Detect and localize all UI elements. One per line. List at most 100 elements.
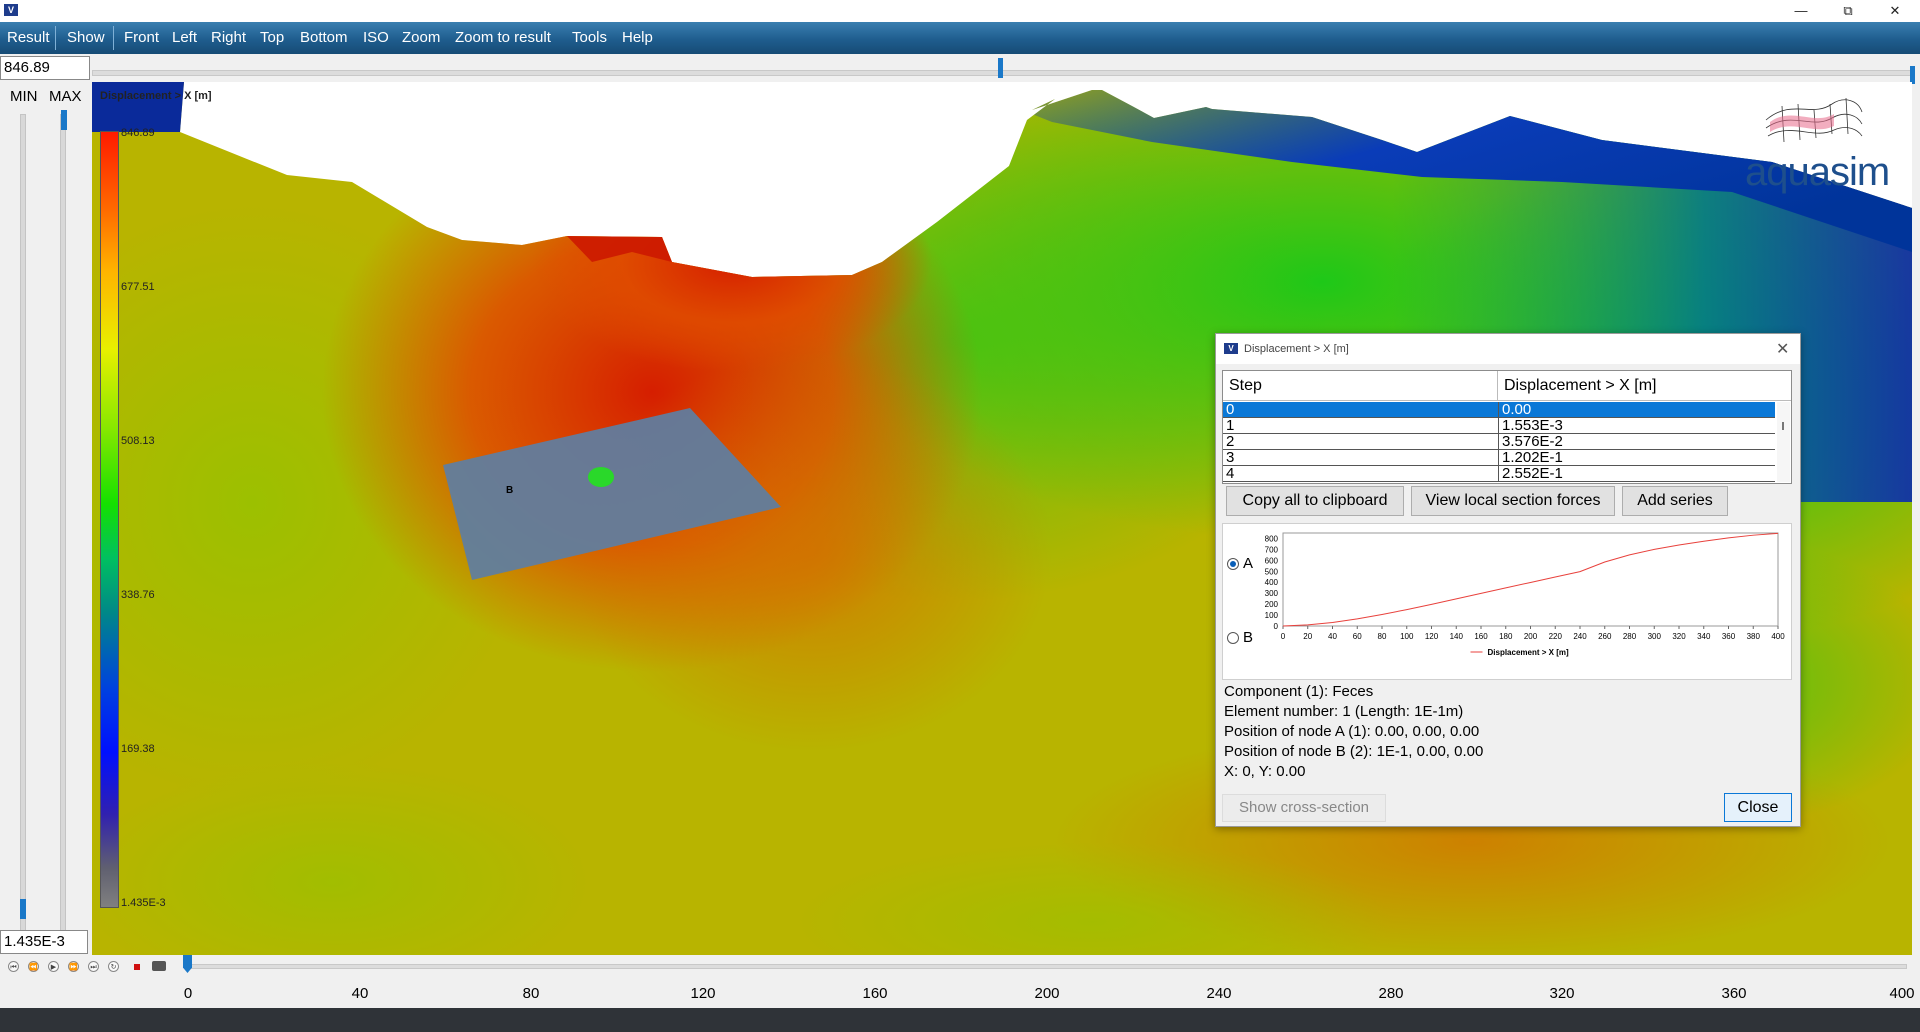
x-tick-label: 180 xyxy=(1499,632,1513,641)
scrollbar-thumb[interactable] xyxy=(1782,422,1784,430)
results-table[interactable]: Step Displacement > X [m] 0 0.00 1 1.553… xyxy=(1222,370,1792,484)
chart-panel: A B 0 100 200 300 400 500 600 700 800 0 20 40 60 80 10… xyxy=(1222,523,1792,680)
table-row[interactable]: 2 3.576E-2 xyxy=(1223,434,1775,450)
menu-bottom[interactable]: Bottom xyxy=(299,22,349,54)
table-row[interactable]: 4 2.552E-1 xyxy=(1223,466,1775,482)
min-slider-thumb[interactable] xyxy=(20,899,26,919)
x-tick-label: 300 xyxy=(1648,632,1662,641)
close-icon[interactable]: ✕ xyxy=(1776,339,1789,359)
column-header-step[interactable]: Step xyxy=(1223,371,1498,401)
x-tick-label: 160 xyxy=(1474,632,1488,641)
x-tick-label: 20 xyxy=(1303,632,1312,641)
close-window-button[interactable]: ✕ xyxy=(1872,0,1918,22)
status-bar xyxy=(0,1008,1920,1032)
menu-iso[interactable]: ISO xyxy=(362,22,390,54)
tick-label: 200 xyxy=(1034,985,1060,1002)
range-panel: MIN MAX xyxy=(0,84,92,954)
radio-a[interactable] xyxy=(1227,558,1239,570)
menu-left[interactable]: Left xyxy=(171,22,198,54)
tick-label: 0 xyxy=(183,985,193,1002)
close-button[interactable]: Close xyxy=(1724,793,1792,822)
info-component: Component (1): Feces xyxy=(1224,683,1374,700)
dialog-title-bar: V Displacement > X [m] ✕ xyxy=(1216,334,1800,364)
menu-show[interactable]: Show xyxy=(66,22,106,54)
add-series-button[interactable]: Add series xyxy=(1622,486,1728,516)
column-header-displacement[interactable]: Displacement > X [m] xyxy=(1498,371,1791,401)
tick-label: 160 xyxy=(862,985,888,1002)
node-marker[interactable] xyxy=(588,467,614,487)
displacement-chart: 0 100 200 300 400 500 600 700 800 0 20 40 60 80 100 120… xyxy=(1265,532,1785,657)
menu-result[interactable]: Result xyxy=(6,22,51,54)
table-row[interactable]: 3 1.202E-1 xyxy=(1223,450,1775,466)
min-slider-track[interactable] xyxy=(20,114,26,954)
tick-label: 80 xyxy=(522,985,540,1002)
menu-separator xyxy=(55,26,56,50)
legend-entry: Displacement > X [m] xyxy=(1488,648,1569,657)
x-tick-label: 80 xyxy=(1378,632,1387,641)
x-tick-label: 120 xyxy=(1425,632,1439,641)
min-value-field[interactable]: 1.435E-3 xyxy=(0,930,88,954)
cell-step: 4 xyxy=(1223,466,1499,481)
max-range-slider-thumb[interactable] xyxy=(998,58,1003,78)
cell-value: 2.552E-1 xyxy=(1502,465,1563,482)
color-scale-bar xyxy=(100,131,119,908)
table-row[interactable]: 0 0.00 xyxy=(1223,402,1775,418)
radio-b-label: B xyxy=(1243,629,1254,646)
radio-a-label: A xyxy=(1243,555,1254,572)
max-label: MAX xyxy=(49,88,82,105)
max-slider-track[interactable] xyxy=(60,114,66,954)
cell-step: 3 xyxy=(1223,450,1499,465)
view-local-section-forces-button[interactable]: View local section forces xyxy=(1411,486,1615,516)
max-value-field[interactable]: 846.89 xyxy=(0,56,90,80)
cell-step: 2 xyxy=(1223,434,1499,449)
legend-title: Displacement > X [m] xyxy=(100,90,212,102)
table-scrollbar[interactable] xyxy=(1777,402,1790,482)
tick-label: 280 xyxy=(1378,985,1404,1002)
copy-to-clipboard-button[interactable]: Copy all to clipboard xyxy=(1226,486,1404,516)
cell-step: 0 xyxy=(1223,402,1499,417)
x-tick-label: 100 xyxy=(1400,632,1414,641)
legend-label: 338.76 xyxy=(121,589,155,601)
radio-b[interactable] xyxy=(1227,632,1239,644)
cell-value: 1.202E-1 xyxy=(1502,449,1563,466)
x-tick-label: 260 xyxy=(1598,632,1612,641)
menu-zoom[interactable]: Zoom xyxy=(401,22,441,54)
logo-text: aquasim xyxy=(1745,150,1890,194)
show-cross-section-button[interactable]: Show cross-section xyxy=(1222,794,1386,822)
time-ticks: 0 40 80 120 160 200 240 280 320 360 400 xyxy=(0,955,1920,1005)
cell-value: 0.00 xyxy=(1502,401,1532,418)
legend-label: 508.13 xyxy=(121,435,155,447)
table-row[interactable]: 1 1.553E-3 xyxy=(1223,418,1775,434)
menu-right[interactable]: Right xyxy=(210,22,247,54)
restore-button[interactable]: ⧉ xyxy=(1825,0,1871,22)
y-tick-label: 100 xyxy=(1265,611,1279,620)
menu-top[interactable]: Top xyxy=(259,22,285,54)
x-tick-label: 340 xyxy=(1697,632,1711,641)
menu-bar: Result Show Front Left Right Top Bottom … xyxy=(0,22,1920,54)
min-label: MIN xyxy=(10,88,38,105)
tick-label: 320 xyxy=(1549,985,1575,1002)
info-node-a-position: Position of node A (1): 0.00, 0.00, 0.00 xyxy=(1224,723,1480,740)
menu-zoom-to-result[interactable]: Zoom to result xyxy=(454,22,552,54)
max-range-slider[interactable] xyxy=(92,70,1914,76)
x-tick-label: 220 xyxy=(1549,632,1563,641)
x-tick-label: 60 xyxy=(1353,632,1362,641)
max-slider-thumb[interactable] xyxy=(61,110,67,130)
y-tick-label: 500 xyxy=(1265,567,1279,576)
legend-label: 846.89 xyxy=(121,127,155,139)
window-title-bar: V — ⧉ ✕ xyxy=(0,0,1920,22)
minimize-button[interactable]: — xyxy=(1778,0,1824,22)
x-tick-label: 40 xyxy=(1328,632,1337,641)
displacement-dialog: V Displacement > X [m] ✕ Step Displaceme… xyxy=(1215,333,1801,827)
tick-label: 400 xyxy=(1889,985,1915,1002)
y-tick-label: 400 xyxy=(1265,578,1279,587)
info-node-b-position: Position of node B (2): 1E-1, 0.00, 0.00 xyxy=(1224,743,1484,760)
aquasim-logo-mark xyxy=(1765,97,1863,143)
cell-value: 1.553E-3 xyxy=(1502,417,1563,434)
y-tick-label: 600 xyxy=(1265,556,1279,565)
menu-tools[interactable]: Tools xyxy=(571,22,608,54)
menu-help[interactable]: Help xyxy=(621,22,654,54)
tick-label: 120 xyxy=(690,985,716,1002)
x-tick-label: 280 xyxy=(1623,632,1637,641)
menu-front[interactable]: Front xyxy=(123,22,160,54)
